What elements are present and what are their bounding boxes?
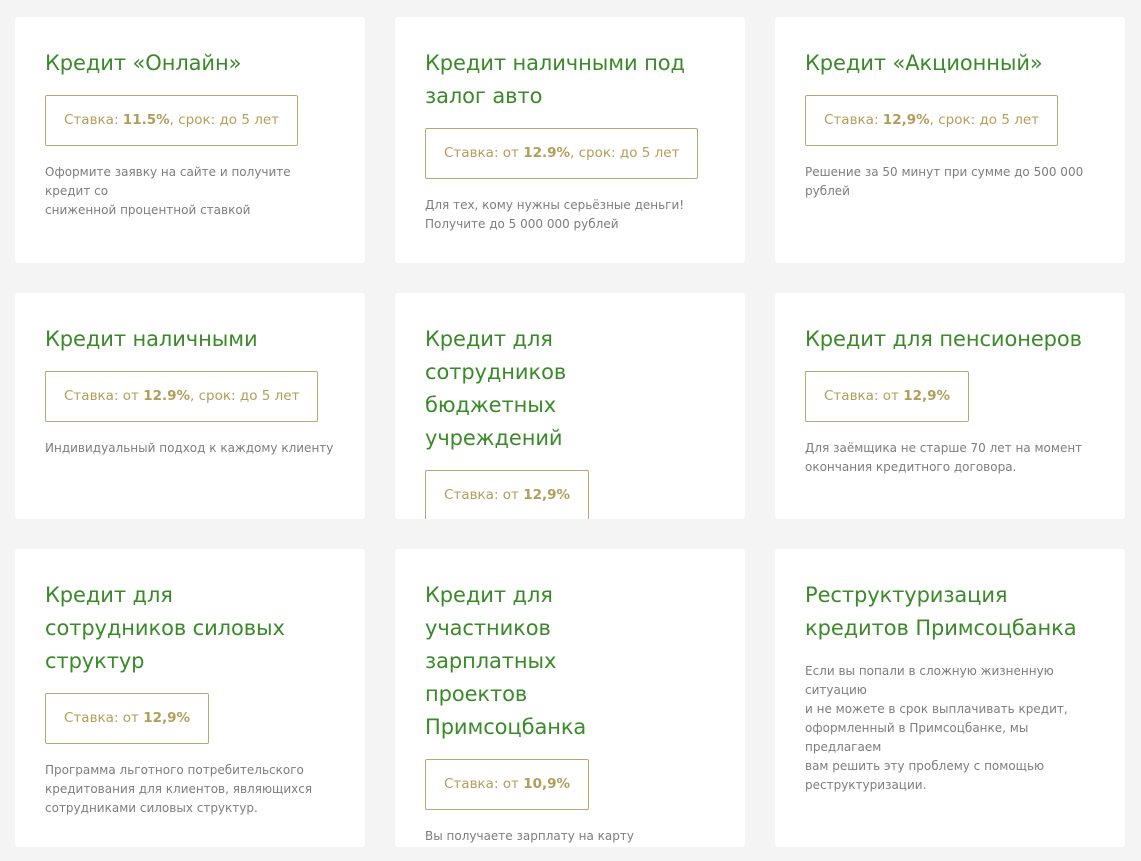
rate-value: 10,9%: [523, 776, 571, 792]
description-line: сотрудниками силовых структур.: [45, 801, 258, 815]
rate-prefix: Ставка: от: [64, 388, 144, 404]
rate-suffix: , срок: до 5 лет: [929, 112, 1040, 128]
description-line: рублей: [805, 184, 850, 198]
rate-badge[interactable]: Ставка: от 12,9%: [805, 371, 970, 422]
rate-value: 11.5%: [122, 112, 170, 128]
description-line: и не можете в срок выплачивать кредит,: [805, 702, 1068, 716]
rate-value: 12,9%: [903, 388, 951, 404]
loan-card-description: Для тех, кому нужны серьёзные деньги! Пол…: [425, 196, 715, 234]
rate-prefix: Ставка: от: [444, 776, 524, 792]
loan-card-title[interactable]: Кредит для сотрудников бюджетных учрежде…: [425, 323, 675, 455]
loan-card[interactable]: Реструктуризация кредитов Примсоцбанка Ес…: [775, 549, 1125, 847]
description-line: Программа льготного потребительского: [45, 763, 304, 777]
description-line: Оформите заявку на сайте и получите кред…: [45, 165, 291, 198]
description-line: вам решить эту проблему с помощью: [805, 759, 1045, 773]
rate-badge[interactable]: Ставка: от 12.9%, срок: до 5 лет: [425, 128, 699, 179]
rate-value: 12,9%: [143, 710, 191, 726]
rate-prefix: Ставка:: [64, 112, 123, 128]
loan-card[interactable]: Кредит для пенсионеров Ставка: от 12,9% Дл…: [775, 293, 1125, 519]
rate-prefix: Ставка: от: [444, 145, 524, 161]
rate-prefix: Ставка:: [824, 112, 883, 128]
loan-card[interactable]: Кредит для сотрудников бюджетных учрежде…: [395, 293, 745, 519]
rate-value: 12,9%: [882, 112, 930, 128]
loan-card-description: Индивидуальный подход к каждому клиенту: [45, 439, 335, 458]
loan-card-title[interactable]: Кредит наличными: [45, 323, 335, 356]
rate-badge[interactable]: Ставка: от 12,9%: [45, 693, 210, 744]
loan-card-description: Для заёмщика не старше 70 лет на момент о…: [805, 439, 1095, 477]
loan-card[interactable]: Кредит «Онлайн» Ставка: 11.5%, срок: до 5…: [15, 17, 365, 263]
description-line: реструктуризации.: [805, 778, 927, 792]
loan-card-title[interactable]: Реструктуризация кредитов Примсоцбанка: [805, 579, 1095, 645]
rate-value: 12.9%: [523, 145, 571, 161]
description-line: сниженной процентной ставкой: [45, 203, 251, 217]
description-line: кредитования для клиентов, являющихся: [45, 782, 313, 796]
loan-card-description: Если вы попали в сложную жизненную ситуа…: [805, 662, 1095, 795]
rate-prefix: Ставка: от: [824, 388, 904, 404]
rate-suffix: , срок: до 5 лет: [190, 388, 300, 404]
description-line: Индивидуальный подход к каждому клиенту: [45, 441, 334, 455]
description-line: Если вы попали в сложную жизненную ситуа…: [805, 664, 1054, 697]
loan-card-description: Оформите заявку на сайте и получите кред…: [45, 163, 335, 220]
loan-card[interactable]: Кредит наличными под залог авто Ставка: о…: [395, 17, 745, 263]
description-line: Для заёмщика не старше 70 лет на момент: [805, 441, 1083, 455]
description-line: Вы получаете зарплату на карту Примсоцба…: [425, 829, 634, 843]
rate-badge[interactable]: Ставка: от 12.9%, срок: до 5 лет: [45, 371, 319, 422]
loan-card-title[interactable]: Кредит наличными под залог авто: [425, 47, 715, 113]
loan-card-title[interactable]: Кредит «Акционный»: [805, 47, 1095, 80]
description-line: оформленный в Примсоцбанке, мы предлагае…: [805, 721, 1029, 754]
loan-card-title[interactable]: Кредит для сотрудников силовых структур: [45, 579, 295, 678]
loan-card[interactable]: Кредит «Акционный» Ставка: 12,9%, срок: д…: [775, 17, 1125, 263]
loan-card[interactable]: Кредит для сотрудников силовых структур С…: [15, 549, 365, 847]
loan-card-title[interactable]: Кредит для пенсионеров: [805, 323, 1095, 356]
loan-card-description: Программа льготного потребительского кред…: [45, 761, 335, 818]
loan-card-title[interactable]: Кредит «Онлайн»: [45, 47, 335, 80]
description-line: окончания кредитного договора.: [805, 460, 1017, 474]
rate-value: 12,9%: [523, 487, 571, 503]
loan-products-grid: Кредит «Онлайн» Ставка: 11.5%, срок: до 5…: [15, 17, 1125, 847]
rate-prefix: Ставка: от: [444, 487, 524, 503]
description-line: Получите до 5 000 000 рублей: [425, 217, 619, 231]
description-line: Для тех, кому нужны серьёзные деньги!: [425, 198, 685, 212]
rate-suffix: , срок: до 5 лет: [169, 112, 280, 128]
rate-suffix: , срок: до 5 лет: [570, 145, 680, 161]
loan-card[interactable]: Кредит для участников зарплатных проекто…: [395, 549, 745, 847]
loan-card-description: Решение за 50 минут при сумме до 500 000…: [805, 163, 1095, 201]
rate-prefix: Ставка: от: [64, 710, 144, 726]
rate-badge[interactable]: Ставка: от 12,9%: [425, 470, 590, 519]
loan-card[interactable]: Кредит наличными Ставка: от 12.9%, срок: …: [15, 293, 365, 519]
rate-badge[interactable]: Ставка: от 10,9%: [425, 759, 590, 810]
loan-card-description: Вы получаете зарплату на карту Примсоцба…: [425, 827, 715, 847]
description-line: Решение за 50 минут при сумме до 500 000: [805, 165, 1084, 179]
loan-card-title[interactable]: Кредит для участников зарплатных проекто…: [425, 579, 665, 744]
rate-badge[interactable]: Ставка: 11.5%, срок: до 5 лет: [45, 95, 299, 146]
rate-badge[interactable]: Ставка: 12,9%, срок: до 5 лет: [805, 95, 1059, 146]
rate-value: 12.9%: [143, 388, 191, 404]
